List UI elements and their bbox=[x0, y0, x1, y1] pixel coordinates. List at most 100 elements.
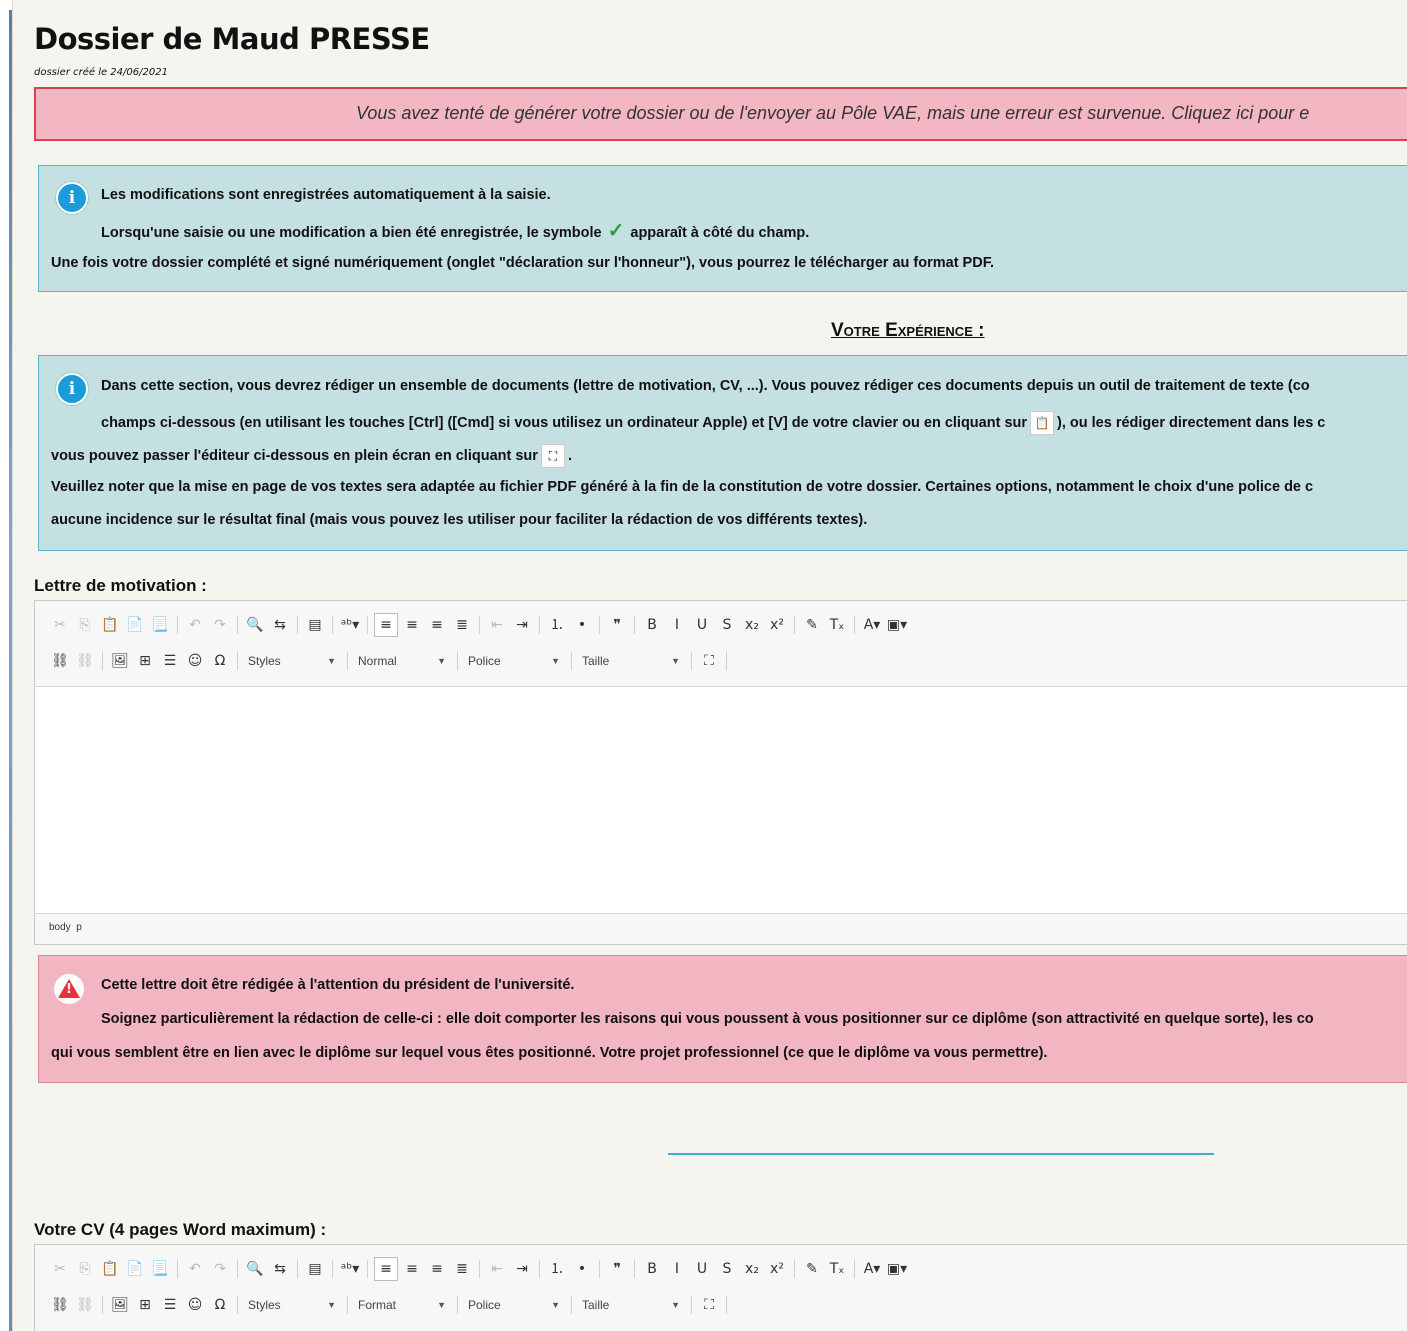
italic-icon[interactable]: I bbox=[666, 1258, 688, 1280]
text-color-icon[interactable]: A▾ bbox=[861, 614, 883, 636]
styles-combo[interactable]: Styles ▼ bbox=[244, 650, 340, 672]
strike-icon[interactable]: S bbox=[716, 614, 738, 636]
align-right-icon[interactable]: ≡ bbox=[426, 1258, 448, 1280]
remove-format-icon[interactable]: Tₓ bbox=[826, 614, 848, 636]
bullet-list-icon[interactable]: • bbox=[571, 1258, 593, 1280]
format-combo[interactable]: Normal ▼ bbox=[354, 650, 450, 672]
select-all-icon[interactable]: ▤ bbox=[304, 1258, 326, 1280]
bold-icon[interactable]: B bbox=[641, 614, 663, 636]
paste-icon[interactable]: 📋 bbox=[99, 614, 121, 636]
paste-word-icon[interactable]: 📃 bbox=[149, 1258, 171, 1280]
smiley-icon[interactable]: ☺ bbox=[184, 650, 206, 672]
chevron-down-icon: ▼ bbox=[327, 1300, 336, 1310]
cut-icon[interactable]: ✂ bbox=[49, 614, 71, 636]
redo-icon[interactable]: ↷ bbox=[209, 1258, 231, 1280]
cv-editor[interactable]: ✂ ⎘ 📋 📄 📃 ↶ ↷ 🔍 ⇆ ▤ ᵃᵇ▾ ≡ ≡ ≡ ≣ ⇤ ⇥ ⒈ • ❞ B I U Sx₂ x² ✎ Tₓ A▾ ▣▾ ⛓ ⛓… bbox=[34, 1244, 1407, 1331]
path-p[interactable]: p bbox=[76, 922, 82, 933]
unlink-icon[interactable]: ⛓ bbox=[74, 650, 96, 672]
warning-line-3: qui vous semblent être en lien avec le d… bbox=[51, 1045, 1048, 1061]
size-combo[interactable]: Taille ▼ bbox=[578, 650, 684, 672]
italic-icon[interactable]: I bbox=[666, 614, 688, 636]
toolbar-separator bbox=[102, 652, 103, 670]
image-icon[interactable]: 🖼 bbox=[109, 1294, 131, 1316]
copy-format-icon[interactable]: ✎ bbox=[801, 614, 823, 636]
outdent-icon[interactable]: ⇤ bbox=[486, 1258, 508, 1280]
spellcheck-icon[interactable]: ᵃᵇ▾ bbox=[339, 1258, 361, 1280]
justify-icon[interactable]: ≣ bbox=[451, 1258, 473, 1280]
motivation-editor[interactable]: ✂ ⎘ 📋 📄 📃 ↶ ↷ 🔍 ⇆ ▤ ᵃᵇ▾ ≡ ≡ ≡ ≣ ⇤ ⇥ ⒈ • ❞ B I U Sx₂ x² ✎ Tₓ A▾ ▣▾ ⛓ ⛓… bbox=[34, 600, 1407, 945]
image-icon[interactable]: 🖼 bbox=[109, 650, 131, 672]
cut-icon[interactable]: ✂ bbox=[49, 1258, 71, 1280]
replace-icon[interactable]: ⇆ bbox=[269, 1258, 291, 1280]
horizontal-rule-icon[interactable]: ☰ bbox=[159, 1294, 181, 1316]
size-combo[interactable]: Taille ▼ bbox=[578, 1294, 684, 1316]
table-icon[interactable]: ⊞ bbox=[134, 1294, 156, 1316]
undo-icon[interactable]: ↶ bbox=[184, 614, 206, 636]
chevron-down-icon: ▼ bbox=[551, 1300, 560, 1310]
replace-icon[interactable]: ⇆ bbox=[269, 614, 291, 636]
text-color-icon[interactable]: A▾ bbox=[861, 1258, 883, 1280]
unlink-icon[interactable]: ⛓ bbox=[74, 1294, 96, 1316]
error-banner[interactable]: Vous avez tenté de générer votre dossier… bbox=[34, 87, 1407, 141]
special-char-icon[interactable]: Ω bbox=[209, 650, 231, 672]
maximize-icon[interactable]: ⛶ bbox=[698, 1294, 720, 1316]
align-right-icon[interactable]: ≡ bbox=[426, 614, 448, 636]
blockquote-icon[interactable]: ❞ bbox=[606, 1258, 628, 1280]
select-all-icon[interactable]: ▤ bbox=[304, 614, 326, 636]
find-icon[interactable]: 🔍 bbox=[244, 614, 266, 636]
numbered-list-icon[interactable]: ⒈ bbox=[546, 614, 568, 636]
path-body[interactable]: body bbox=[49, 922, 71, 933]
superscript-icon[interactable]: x² bbox=[766, 614, 788, 636]
indent-icon[interactable]: ⇥ bbox=[511, 614, 533, 636]
align-left-icon[interactable]: ≡ bbox=[374, 613, 398, 637]
underline-icon[interactable]: U bbox=[691, 1258, 713, 1280]
copy-icon[interactable]: ⎘ bbox=[74, 1258, 96, 1280]
spellcheck-icon[interactable]: ᵃᵇ▾ bbox=[339, 614, 361, 636]
font-combo[interactable]: Police ▼ bbox=[464, 1294, 564, 1316]
bold-icon[interactable]: B bbox=[641, 1258, 663, 1280]
toolbar-row-1: ✂ ⎘ 📋 📄 📃 ↶ ↷ 🔍 ⇆ ▤ ᵃᵇ▾ ≡ ≡ ≡ ≣ ⇤ ⇥ ⒈ • ❞ B I U Sx₂ x² ✎ Tₓ A▾ ▣▾ bbox=[49, 1254, 911, 1284]
toolbar-separator bbox=[347, 652, 348, 670]
remove-format-icon[interactable]: Tₓ bbox=[826, 1258, 848, 1280]
redo-icon[interactable]: ↷ bbox=[209, 614, 231, 636]
format-combo[interactable]: Format ▼ bbox=[354, 1294, 450, 1316]
numbered-list-icon[interactable]: ⒈ bbox=[546, 1258, 568, 1280]
error-banner-text[interactable]: Vous avez tenté de générer votre dossier… bbox=[356, 103, 1309, 124]
motivation-editor-content[interactable] bbox=[35, 686, 1407, 914]
font-combo[interactable]: Police ▼ bbox=[464, 650, 564, 672]
find-icon[interactable]: 🔍 bbox=[244, 1258, 266, 1280]
link-icon[interactable]: ⛓ bbox=[49, 1294, 71, 1316]
subscript-icon[interactable]: x₂ bbox=[741, 1258, 763, 1280]
paste-word-icon[interactable]: 📃 bbox=[149, 614, 171, 636]
bullet-list-icon[interactable]: • bbox=[571, 614, 593, 636]
paste-text-icon[interactable]: 📄 bbox=[124, 1258, 146, 1280]
info2-line-2b: ), ou les rédiger directement dans les c bbox=[1057, 414, 1326, 431]
underline-icon[interactable]: U bbox=[691, 614, 713, 636]
subscript-icon[interactable]: x₂ bbox=[741, 614, 763, 636]
strike-icon[interactable]: S bbox=[716, 1258, 738, 1280]
bg-color-icon[interactable]: ▣▾ bbox=[886, 614, 908, 636]
outdent-icon[interactable]: ⇤ bbox=[486, 614, 508, 636]
toolbar-separator bbox=[177, 616, 178, 634]
toolbar-separator bbox=[794, 616, 795, 634]
blockquote-icon[interactable]: ❞ bbox=[606, 614, 628, 636]
indent-icon[interactable]: ⇥ bbox=[511, 1258, 533, 1280]
table-icon[interactable]: ⊞ bbox=[134, 650, 156, 672]
superscript-icon[interactable]: x² bbox=[766, 1258, 788, 1280]
styles-combo[interactable]: Styles ▼ bbox=[244, 1294, 340, 1316]
bg-color-icon[interactable]: ▣▾ bbox=[886, 1258, 908, 1280]
paste-icon[interactable]: 📋 bbox=[99, 1258, 121, 1280]
align-center-icon[interactable]: ≡ bbox=[401, 1258, 423, 1280]
special-char-icon[interactable]: Ω bbox=[209, 1294, 231, 1316]
smiley-icon[interactable]: ☺ bbox=[184, 1294, 206, 1316]
undo-icon[interactable]: ↶ bbox=[184, 1258, 206, 1280]
horizontal-rule-icon[interactable]: ☰ bbox=[159, 650, 181, 672]
paste-text-icon[interactable]: 📄 bbox=[124, 614, 146, 636]
justify-icon[interactable]: ≣ bbox=[451, 614, 473, 636]
copy-format-icon[interactable]: ✎ bbox=[801, 1258, 823, 1280]
align-center-icon[interactable]: ≡ bbox=[401, 614, 423, 636]
maximize-icon[interactable]: ⛶ bbox=[698, 650, 720, 672]
copy-icon[interactable]: ⎘ bbox=[74, 614, 96, 636]
link-icon[interactable]: ⛓ bbox=[49, 650, 71, 672]
align-left-icon[interactable]: ≡ bbox=[374, 1257, 398, 1281]
